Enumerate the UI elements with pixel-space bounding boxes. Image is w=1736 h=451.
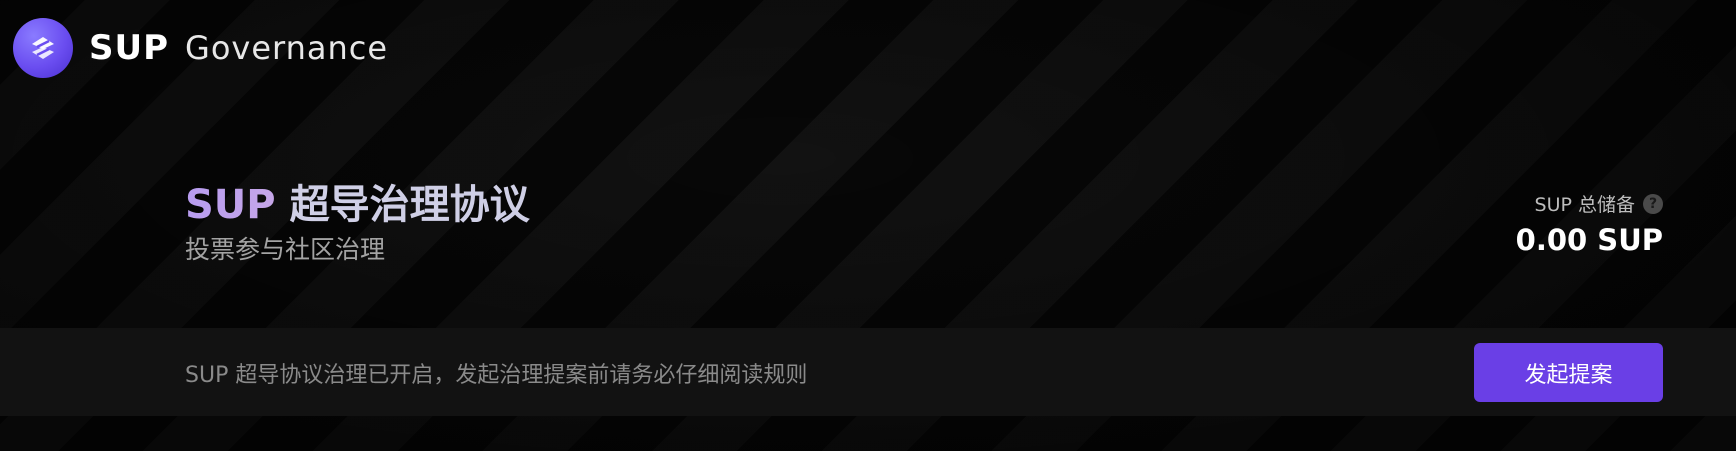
brand-name: SUP: [89, 28, 170, 68]
brand-subtitle: Governance: [185, 29, 389, 67]
page-subtitle: 投票参与社区治理: [185, 235, 386, 264]
governance-page: SUP Governance 提案 规则 挖矿 论坛 SUP 超导治理协议 投票参…: [0, 0, 1736, 451]
page-title: SUP 超导治理协议: [185, 172, 530, 230]
page-title-main: 超导治理协议: [289, 182, 530, 228]
reserve-value: 0.00 SUP: [1515, 223, 1663, 257]
reserve-label: SUP 总储备 ?: [1535, 190, 1663, 217]
brand[interactable]: SUP Governance: [13, 18, 388, 78]
create-proposal-button[interactable]: 发起提案: [1474, 343, 1663, 402]
brand-text: SUP Governance: [89, 28, 388, 68]
top-header: SUP Governance 提案 规则 挖矿 论坛: [0, 0, 1736, 96]
sup-logo-icon: [13, 18, 73, 78]
notice-text: SUP 超导协议治理已开启，发起治理提案前请务必仔细阅读规则: [185, 363, 808, 388]
page-title-prefix: SUP: [185, 182, 276, 228]
reserve-label-text: SUP 总储备: [1534, 194, 1635, 216]
help-icon[interactable]: ?: [1643, 193, 1663, 214]
